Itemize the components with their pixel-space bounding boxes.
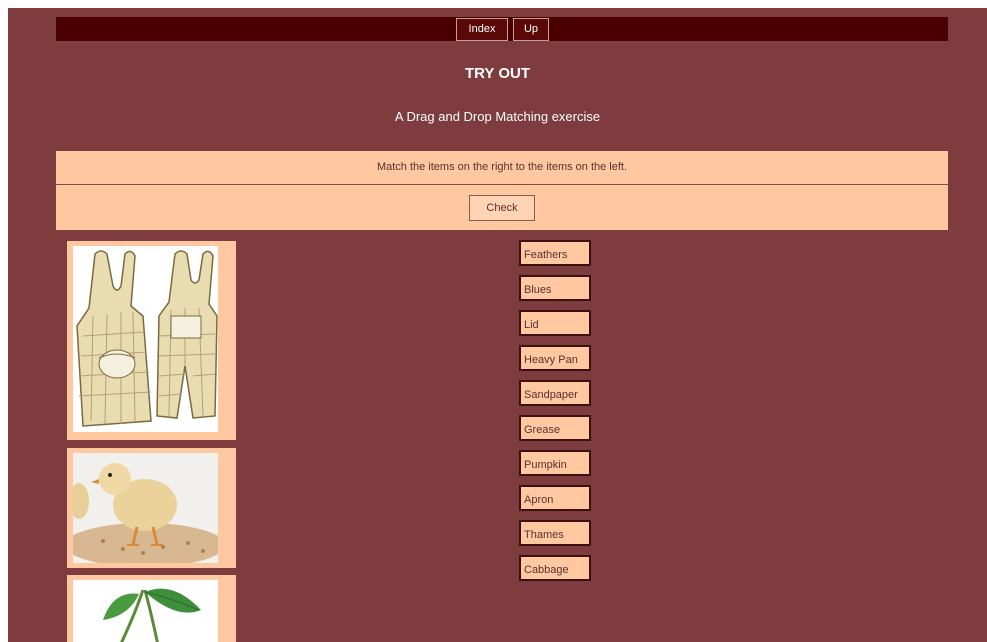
card-thames[interactable]: Thames (519, 520, 591, 546)
index-button[interactable]: Index (456, 18, 508, 41)
check-button[interactable]: Check (469, 195, 535, 221)
card-heavy-pan[interactable]: Heavy Pan (519, 345, 591, 371)
check-bar: Check (56, 185, 948, 230)
card-cabbage[interactable]: Cabbage (519, 555, 591, 581)
card-feathers[interactable]: Feathers (519, 240, 591, 266)
drop-target-3[interactable] (67, 575, 236, 642)
page-subtitle: A Drag and Drop Matching exercise (394, 109, 601, 124)
up-button[interactable]: Up (513, 18, 549, 41)
top-navbar: Index Up (56, 17, 948, 41)
card-apron[interactable]: Apron (519, 485, 591, 511)
chick-image (73, 453, 218, 563)
cherries-image (73, 580, 218, 642)
card-blues[interactable]: Blues (519, 275, 591, 301)
card-lid[interactable]: Lid (519, 310, 591, 336)
page-title: TRY OUT (464, 65, 530, 82)
drop-target-1[interactable] (67, 241, 236, 440)
card-pumpkin[interactable]: Pumpkin (519, 450, 591, 476)
apron-image (73, 246, 218, 432)
card-sandpaper[interactable]: Sandpaper (519, 380, 591, 406)
card-grease[interactable]: Grease (519, 415, 591, 441)
instructions-text: Match the items on the right to the item… (56, 151, 948, 185)
drop-target-2[interactable] (67, 448, 236, 568)
page-background: Index Up TRY OUT A Drag and Drop Matchin… (8, 8, 987, 642)
